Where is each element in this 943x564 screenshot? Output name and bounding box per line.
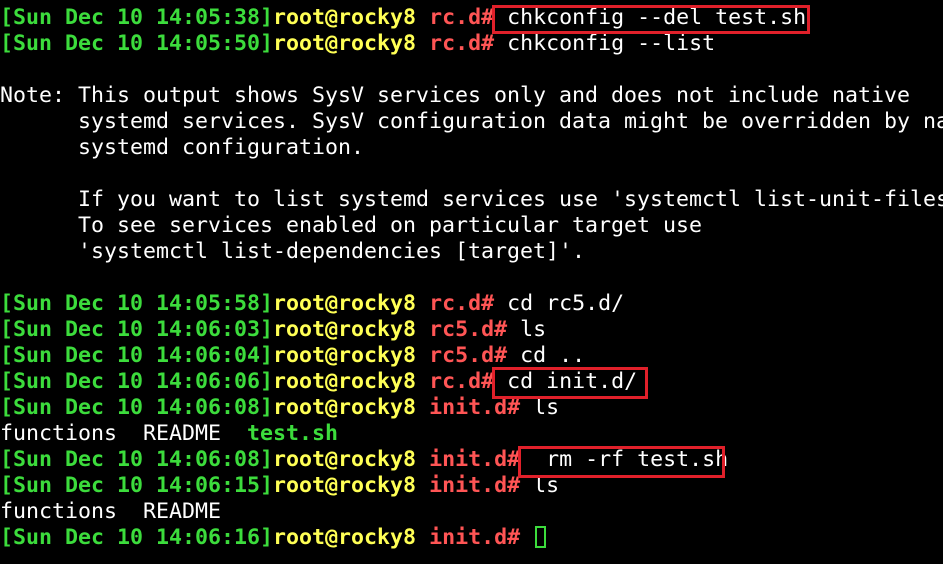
prompt-directory: rc.d# [429, 369, 495, 394]
prompt-user-host: root@rocky8 [273, 447, 417, 472]
prompt-line: [Sun Dec 10 14:06:16]root@rocky8 init.d# [0, 525, 943, 551]
prompt-user-host: root@rocky8 [273, 369, 417, 394]
bracket-open: [ [0, 395, 14, 420]
prompt-directory: rc.d# [429, 5, 495, 30]
prompt-line: [Sun Dec 10 14:06:08]root@rocky8 init.d#… [0, 447, 943, 473]
bracket-close: ] [260, 343, 274, 368]
prompt-user-host: root@rocky8 [273, 317, 417, 342]
bracket-open: [ [0, 291, 14, 316]
bracket-close: ] [260, 525, 274, 550]
bracket-open: [ [0, 317, 14, 342]
prompt-line: [Sun Dec 10 14:06:15]root@rocky8 init.d#… [0, 473, 943, 499]
bracket-open: [ [0, 447, 14, 472]
bracket-open: [ [0, 525, 14, 550]
prompt-timestamp: Sun Dec 10 14:06:16 [13, 525, 261, 550]
prompt-directory: init.d# [429, 525, 521, 550]
output-line: functions README [0, 499, 222, 524]
output-line: If you want to list systemd services use… [0, 187, 943, 212]
prompt-timestamp: Sun Dec 10 14:05:58 [13, 291, 261, 316]
prompt-user-host: root@rocky8 [273, 291, 417, 316]
prompt-line: [Sun Dec 10 14:05:58]root@rocky8 rc.d# c… [0, 291, 943, 317]
highlight-box-rm-rf [518, 446, 725, 478]
prompt-timestamp: Sun Dec 10 14:06:08 [13, 447, 261, 472]
command-text: ls [507, 317, 547, 342]
prompt-user-host: root@rocky8 [273, 473, 417, 498]
prompt-line: [Sun Dec 10 14:06:03]root@rocky8 rc5.d# … [0, 317, 943, 343]
prompt-timestamp: Sun Dec 10 14:06:04 [13, 343, 261, 368]
prompt-user-host: root@rocky8 [273, 343, 417, 368]
bracket-close: ] [260, 395, 274, 420]
file-name: README [143, 421, 248, 446]
prompt-user-host: root@rocky8 [273, 31, 417, 56]
bracket-close: ] [260, 291, 274, 316]
bracket-open: [ [0, 5, 14, 30]
bracket-close: ] [260, 31, 274, 56]
executable-file-name: test.sh [247, 421, 339, 446]
prompt-directory: rc.d# [429, 31, 495, 56]
prompt-user-host: root@rocky8 [273, 5, 417, 30]
output-line: systemd services. SysV configuration dat… [0, 109, 943, 134]
bracket-close: ] [260, 473, 274, 498]
terminal-cursor [535, 526, 547, 548]
file-name: functions [0, 421, 144, 446]
prompt-timestamp: Sun Dec 10 14:06:15 [13, 473, 261, 498]
output-line: 'systemctl list-dependencies [target]'. [0, 239, 586, 264]
command-text [520, 525, 533, 550]
prompt-line: [Sun Dec 10 14:06:04]root@rocky8 rc5.d# … [0, 343, 943, 369]
command-text: cd .. [507, 343, 586, 368]
prompt-timestamp: Sun Dec 10 14:06:06 [13, 369, 261, 394]
prompt-directory: rc5.d# [429, 343, 508, 368]
bracket-open: [ [0, 343, 14, 368]
bracket-open: [ [0, 31, 14, 56]
highlight-box-cd-init [492, 367, 648, 399]
prompt-line: [Sun Dec 10 14:05:50]root@rocky8 rc.d# c… [0, 31, 943, 57]
bracket-open: [ [0, 473, 14, 498]
prompt-line: [Sun Dec 10 14:06:08]root@rocky8 init.d#… [0, 395, 943, 421]
terminal-output[interactable]: [Sun Dec 10 14:05:38]root@rocky8 rc.d# c… [0, 5, 943, 551]
prompt-directory: rc5.d# [429, 317, 508, 342]
prompt-line: [Sun Dec 10 14:06:06]root@rocky8 rc.d# c… [0, 369, 943, 395]
prompt-directory: init.d# [429, 447, 521, 472]
prompt-timestamp: Sun Dec 10 14:05:50 [13, 31, 261, 56]
prompt-directory: init.d# [429, 473, 521, 498]
output-line: systemd configuration. [0, 135, 365, 160]
bracket-open: [ [0, 369, 14, 394]
bracket-close: ] [260, 369, 274, 394]
ls-output-line: functions README test.sh [0, 421, 943, 447]
bracket-close: ] [260, 447, 274, 472]
prompt-user-host: root@rocky8 [273, 525, 417, 550]
prompt-timestamp: Sun Dec 10 14:05:38 [13, 5, 261, 30]
bracket-close: ] [260, 317, 274, 342]
command-text: chkconfig --list [494, 31, 716, 56]
output-line: Note: This output shows SysV services on… [0, 83, 911, 108]
highlight-box-chkconfig-del [492, 5, 810, 34]
prompt-timestamp: Sun Dec 10 14:06:08 [13, 395, 261, 420]
bracket-close: ] [260, 5, 274, 30]
prompt-user-host: root@rocky8 [273, 395, 417, 420]
prompt-directory: rc.d# [429, 291, 495, 316]
command-text: cd rc5.d/ [494, 291, 625, 316]
output-line: To see services enabled on particular ta… [0, 213, 703, 238]
prompt-timestamp: Sun Dec 10 14:06:03 [13, 317, 261, 342]
